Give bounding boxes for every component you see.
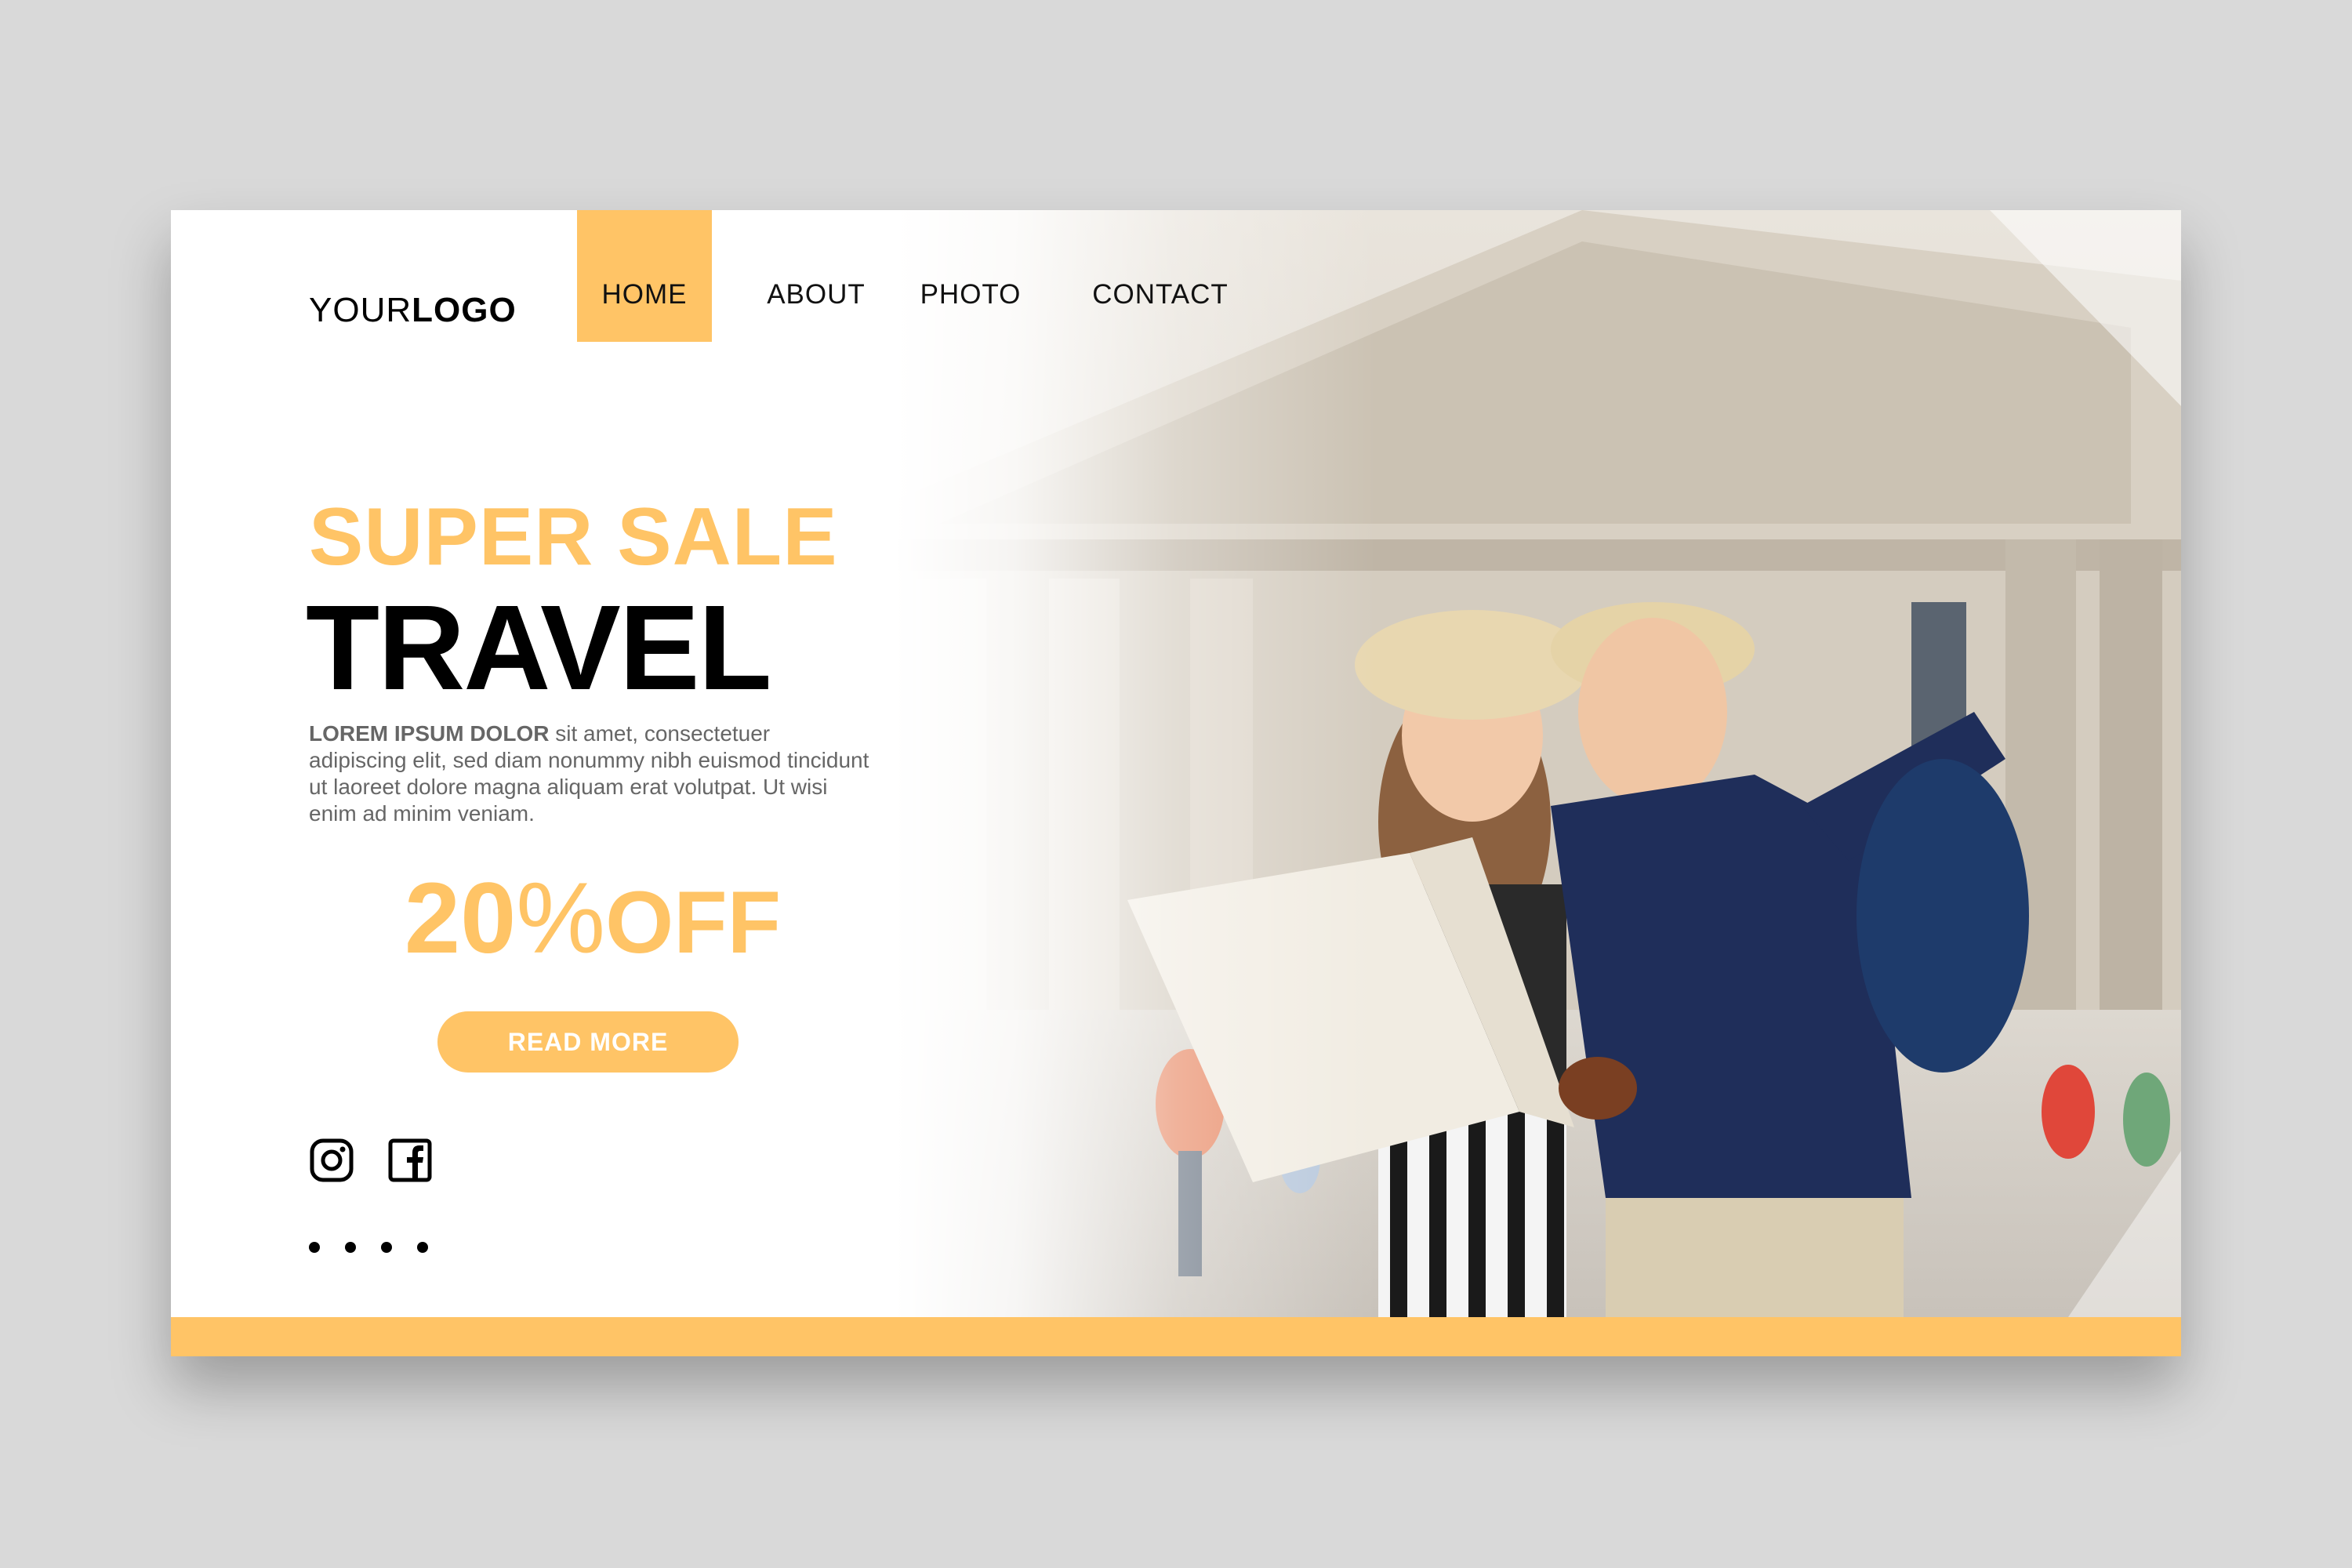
nav-contact-label: CONTACT [1092,279,1229,310]
landing-card: YOURLOGO HOME ABOUT PHOTO CONTACT SUPER … [171,210,2181,1356]
pagination-dot[interactable] [345,1242,356,1253]
discount-number: 20 [404,862,517,975]
site-logo[interactable]: YOURLOGO [309,279,517,342]
read-more-button[interactable]: READ MORE [437,1011,739,1073]
accent-bottom-bar [171,1317,2181,1356]
pagination-dots [309,1242,428,1253]
discount-off: OFF [605,873,782,971]
nav-photo-label: PHOTO [920,279,1022,310]
nav-home[interactable]: HOME [577,210,712,342]
discount-text: 20%OFF [381,864,804,1004]
logo-bold: LOGO [412,291,517,329]
pagination-dot[interactable] [417,1242,428,1253]
logo-prefix: YOUR [309,291,412,329]
instagram-icon[interactable] [309,1138,354,1183]
headline-travel: TRAVEL [306,580,772,715]
discount-percent: % [516,862,606,975]
pagination-dot[interactable] [381,1242,392,1253]
nav-about-label: ABOUT [767,279,866,310]
nav-photo[interactable]: PHOTO [914,210,1027,342]
pagination-dot[interactable] [309,1242,320,1253]
nav-about[interactable]: ABOUT [751,210,881,342]
nav-home-label: HOME [601,279,688,310]
headline-super-sale: SUPER SALE [309,492,838,583]
facebook-icon[interactable] [387,1138,433,1183]
nav-contact[interactable]: CONTACT [1088,210,1232,342]
hero-description-lead: LOREM IPSUM DOLOR [309,721,550,746]
hero-description: LOREM IPSUM DOLOR sit amet, consectetuer… [309,720,873,827]
